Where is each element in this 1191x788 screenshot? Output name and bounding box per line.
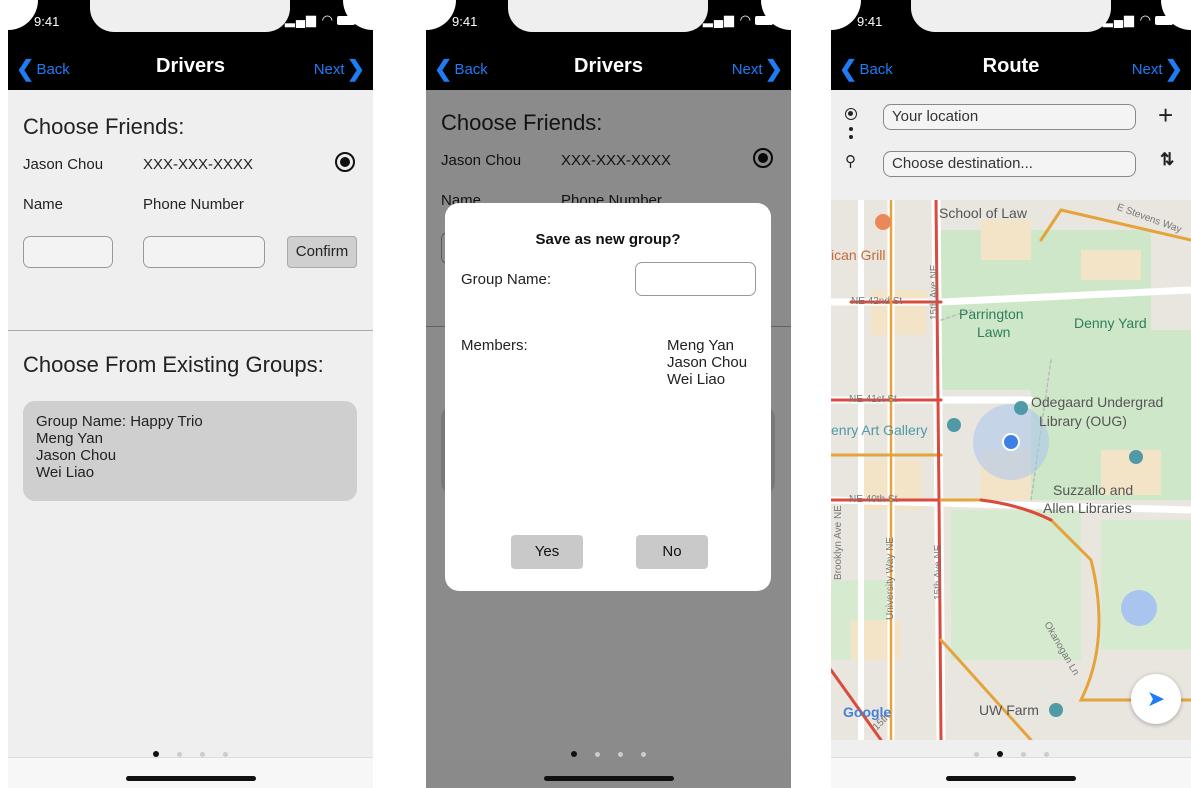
group-name: Group Name: Happy Trio [36, 413, 203, 430]
home-indicator-area [831, 757, 1191, 788]
navigation-bar: ❮ Back Route Next❯ [831, 42, 1191, 90]
status-bar: 9:41 ▂▄▆ ◠ [8, 0, 373, 42]
next-label: Next [1131, 61, 1163, 78]
status-bar: 9:41 ▂▄▆ ◠ [831, 0, 1191, 42]
next-label: Next [313, 61, 345, 78]
origin-input[interactable]: Your location [883, 104, 1136, 130]
chevron-right-icon: ❯ [764, 56, 783, 81]
street-label: 15th Ave NE [933, 544, 944, 600]
chevron-right-icon: ❯ [1164, 56, 1183, 81]
group-name-input[interactable] [635, 262, 756, 296]
home-indicator[interactable] [125, 776, 256, 781]
phone-drivers: 9:41 ▂▄▆ ◠ ❮ Back Drivers Next❯ Choose Fr… [8, 0, 373, 788]
street-label: 15th Ave NE [929, 264, 940, 320]
confirm-button[interactable]: Confirm [287, 236, 357, 268]
friend-phone: XXX-XXX-XXXX [143, 156, 254, 173]
map-roads [831, 200, 1191, 740]
map-label-odegaard-2: Library (OUG) [1039, 413, 1127, 429]
phone-save-group: 9:41 ▂▄▆ ◠ ❮ Back Drivers Next❯ Choose Fr… [426, 0, 791, 788]
map-label-parrington: Parrington [959, 306, 1024, 322]
home-indicator[interactable] [543, 776, 674, 781]
map-label-uw-farm: UW Farm [979, 702, 1039, 718]
map-label-art-gallery: enry Art Gallery [831, 422, 928, 438]
friend-select-radio[interactable] [335, 152, 355, 172]
notch [90, 0, 290, 32]
member-name: Wei Liao [667, 371, 726, 388]
street-label: NE 42nd St [851, 296, 903, 307]
status-time: 9:41 [452, 14, 478, 29]
home-indicator-area [8, 757, 373, 788]
dialog-title: Save as new group? [535, 231, 681, 248]
name-label: Name [23, 196, 64, 213]
group-name-label: Group Name: [461, 271, 552, 288]
home-indicator[interactable] [946, 776, 1076, 781]
page-dot [571, 751, 577, 757]
next-button[interactable]: Next❯ [732, 56, 783, 82]
status-time: 9:41 [34, 14, 60, 29]
group-member: Meng Yan [36, 430, 103, 447]
navigation-bar: ❮ Back Drivers Next❯ [426, 42, 791, 90]
map[interactable]: School of Law ican Grill Parrington Lawn… [831, 200, 1191, 740]
status-bar: 9:41 ▂▄▆ ◠ [426, 0, 791, 42]
add-stop-icon[interactable]: + [1158, 100, 1173, 131]
save-group-dialog: Save as new group? Group Name: Members: … [445, 203, 771, 591]
page-dot [618, 752, 623, 757]
street-label: NE 40th St [849, 494, 898, 505]
yes-button[interactable]: Yes [511, 535, 583, 569]
swap-icon[interactable]: ⇅ [1160, 150, 1174, 170]
route-dots-icon [849, 127, 853, 131]
map-label-suzzallo-2: Allen Libraries [1043, 500, 1132, 516]
phone-number-label: Phone Number [143, 196, 244, 213]
next-button[interactable]: Next❯ [1132, 56, 1183, 82]
signal-wifi-battery-icon: ▂▄▆ ◠ [1103, 12, 1173, 28]
phone-route: 9:41 ▂▄▆ ◠ ❮ Back Route Next❯ ⚲ Your loca… [831, 0, 1191, 788]
no-button[interactable]: No [636, 535, 708, 569]
street-label: University Way NE [885, 537, 896, 620]
name-input[interactable] [23, 236, 113, 268]
next-button[interactable]: Next❯ [314, 56, 365, 82]
street-label: NE 41st St [849, 394, 897, 405]
phone-number-input[interactable] [143, 236, 265, 268]
member-name: Meng Yan [667, 337, 734, 354]
members-label: Members: [461, 337, 528, 354]
members-list: Meng Yan Jason Chou Wei Liao [667, 337, 747, 388]
page-dot [595, 752, 600, 757]
notch [508, 0, 708, 32]
map-label-suzzallo: Suzzallo and [1053, 482, 1134, 498]
existing-groups-heading: Choose From Existing Groups: [23, 352, 324, 377]
friend-name: Jason Chou [23, 156, 104, 173]
navigation-arrow-icon: ➤ [1146, 686, 1166, 711]
map-label-denny-yard: Denny Yard [1074, 315, 1147, 331]
signal-wifi-battery-icon: ▂▄▆ ◠ [703, 12, 773, 28]
map-label-odegaard: Odegaard Undergrad [1031, 394, 1164, 410]
status-time: 9:41 [857, 14, 883, 29]
content: Choose Friends: Jason Chou XXX-XXX-XXXX … [8, 90, 373, 758]
group-card[interactable]: Group Name: Happy Trio Meng Yan Jason Ch… [23, 401, 357, 501]
group-member: Wei Liao [36, 464, 95, 481]
divider [8, 330, 373, 331]
map-label-school-of-law: School of Law [939, 205, 1027, 221]
locate-me-button[interactable]: ➤ [1131, 674, 1181, 724]
group-member: Jason Chou [36, 447, 117, 464]
map-label-grill: ican Grill [831, 247, 886, 263]
home-indicator-area [426, 758, 791, 788]
choose-friends-heading: Choose Friends: [23, 114, 185, 139]
destination-pin-icon: ⚲ [845, 153, 856, 170]
origin-dot-icon [845, 108, 857, 120]
member-name: Jason Chou [667, 354, 748, 371]
street-label: Brooklyn Ave NE [833, 505, 844, 580]
navigation-bar: ❮ Back Drivers Next❯ [8, 42, 373, 90]
chevron-right-icon: ❯ [346, 56, 365, 81]
signal-wifi-battery-icon: ▂▄▆ ◠ [285, 12, 355, 28]
map-label-lawn: Lawn [977, 324, 1011, 340]
destination-input[interactable]: Choose destination... [883, 151, 1136, 177]
notch [911, 0, 1111, 32]
page-dot [641, 752, 646, 757]
next-label: Next [731, 61, 763, 78]
